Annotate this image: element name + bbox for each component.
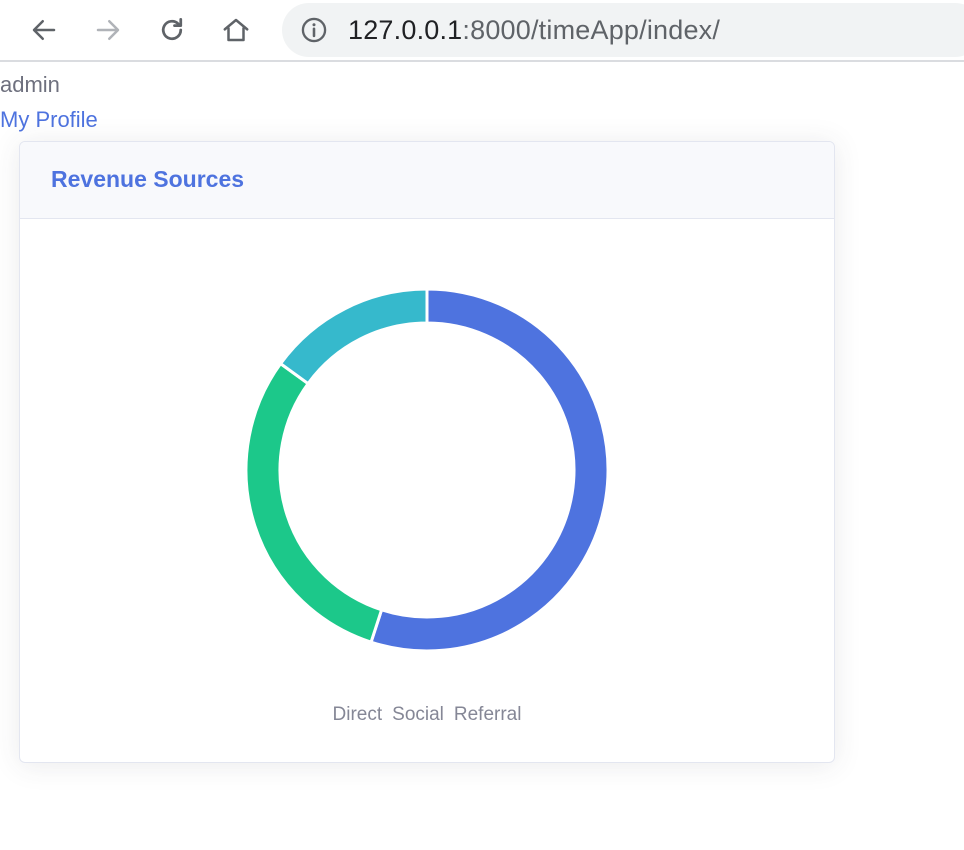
browser-toolbar: 127.0.0.1:8000/timeApp/index/ bbox=[0, 0, 964, 62]
home-icon bbox=[223, 18, 249, 42]
info-icon[interactable] bbox=[300, 16, 328, 44]
card-header: Revenue Sources bbox=[20, 142, 834, 219]
my-profile-link[interactable]: My Profile bbox=[0, 107, 98, 133]
arrow-left-icon bbox=[32, 20, 56, 40]
card-title: Revenue Sources bbox=[51, 166, 245, 192]
reload-icon bbox=[161, 18, 183, 41]
chart-legend: Direct Social Referral bbox=[20, 704, 834, 726]
url-host: 127.0.0.1 bbox=[348, 15, 463, 45]
arrow-right-icon bbox=[96, 20, 120, 40]
legend-item-referral[interactable]: Referral bbox=[454, 704, 522, 726]
legend-item-social[interactable]: Social bbox=[392, 704, 444, 726]
home-button[interactable] bbox=[218, 12, 254, 48]
legend-item-direct[interactable]: Direct bbox=[333, 704, 383, 726]
donut-chart bbox=[244, 287, 610, 653]
username-label: admin bbox=[0, 72, 60, 97]
url-text: 127.0.0.1:8000/timeApp/index/ bbox=[348, 15, 720, 45]
revenue-sources-card: Revenue Sources Direct Social Referral bbox=[19, 141, 835, 763]
back-button[interactable] bbox=[26, 12, 62, 48]
url-path: :8000/timeApp/index/ bbox=[462, 15, 721, 45]
slice-social[interactable] bbox=[244, 361, 384, 645]
forward-button[interactable] bbox=[90, 12, 126, 48]
slice-referral[interactable] bbox=[278, 287, 429, 386]
reload-button[interactable] bbox=[154, 12, 190, 48]
address-bar[interactable]: 127.0.0.1:8000/timeApp/index/ bbox=[282, 3, 964, 57]
slice-direct[interactable] bbox=[369, 287, 610, 653]
